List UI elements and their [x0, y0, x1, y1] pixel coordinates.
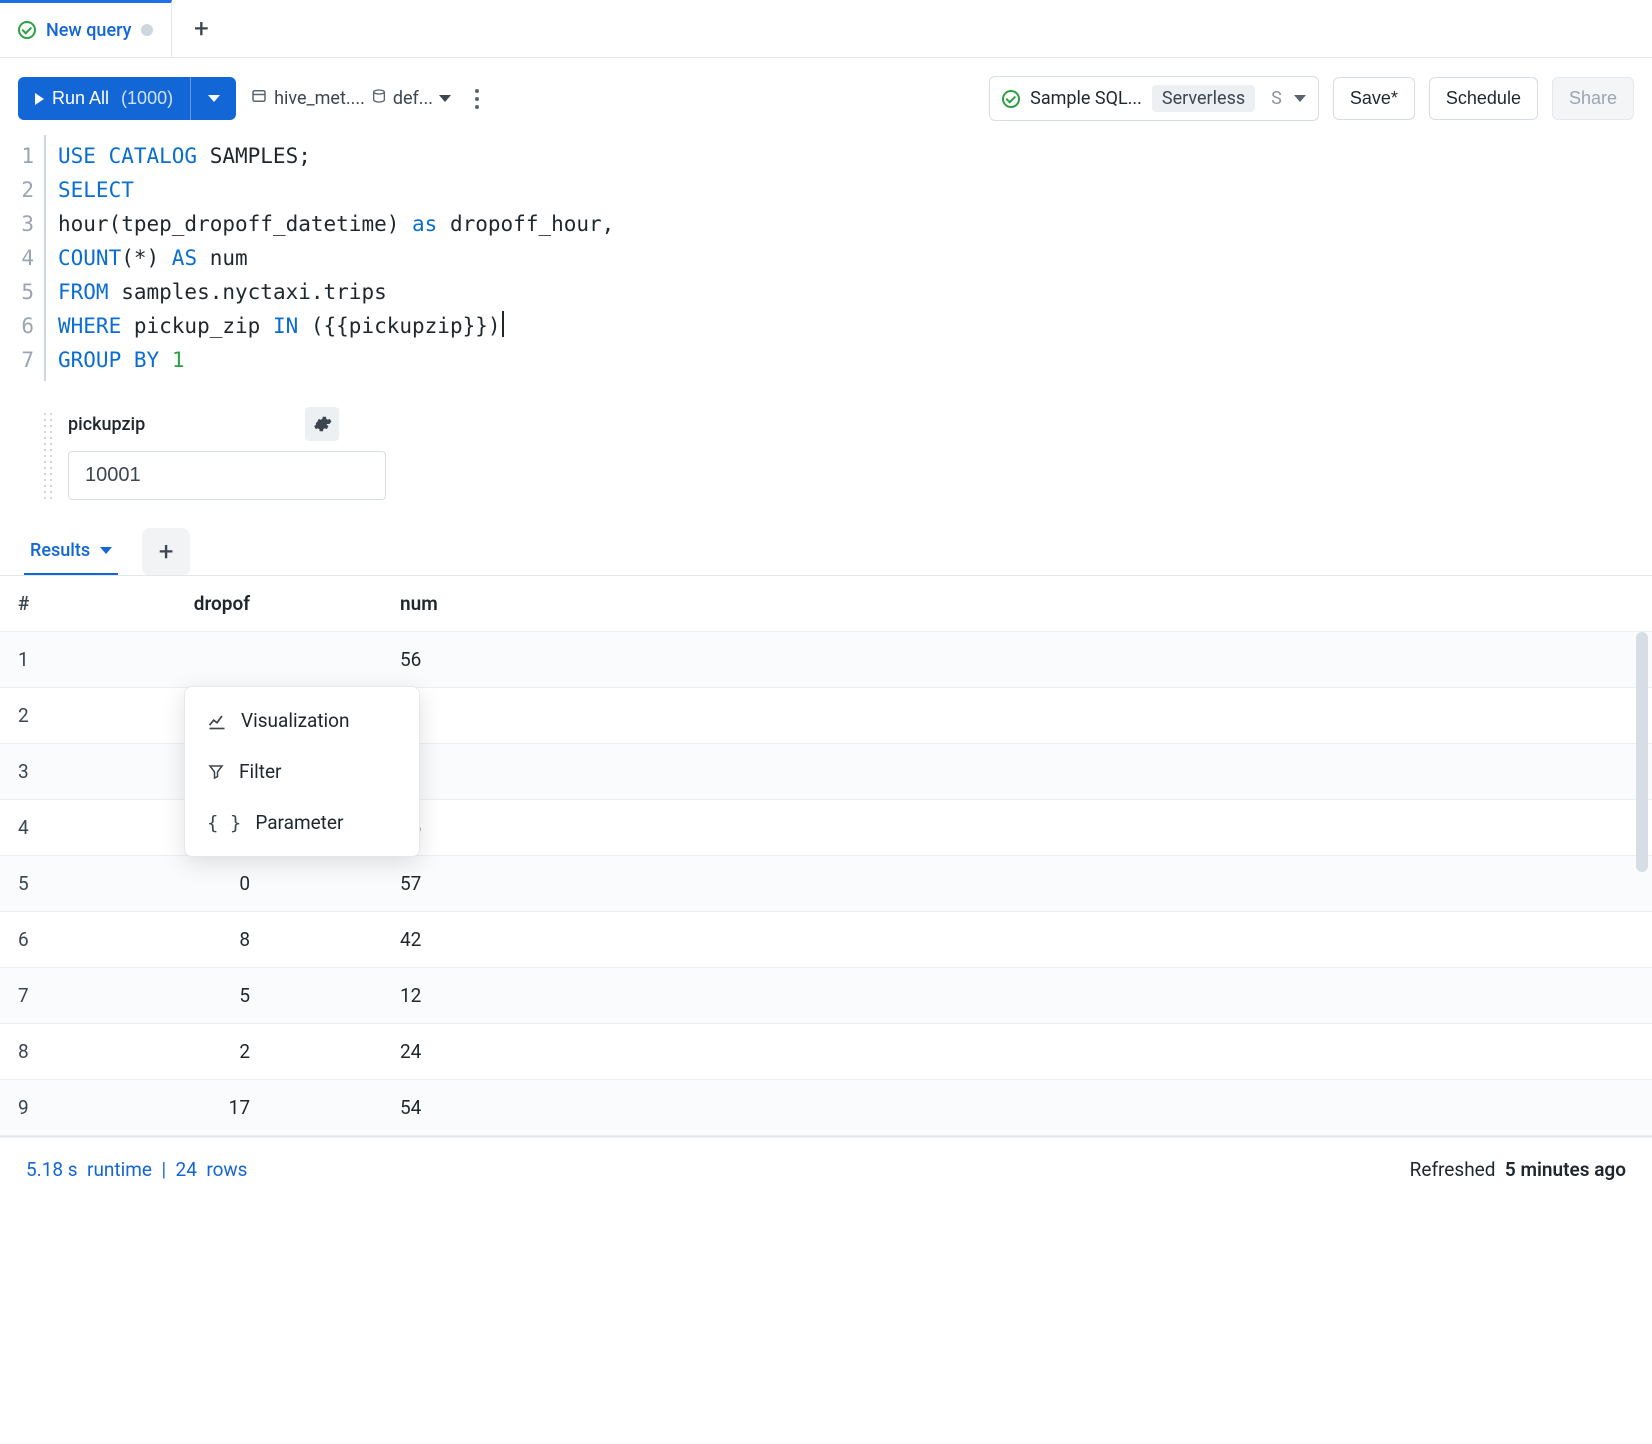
cell-dropoff: 2 — [60, 1024, 290, 1080]
table-header-row: # dropof num — [0, 576, 1652, 632]
cell-dropoff: 0 — [60, 856, 290, 912]
cell-dropoff: 5 — [60, 968, 290, 1024]
schedule-button[interactable]: Schedule — [1429, 77, 1538, 120]
run-button-group: Run All (1000) — [18, 77, 236, 120]
col-dropoff[interactable]: dropof — [60, 576, 290, 632]
chevron-down-icon — [100, 547, 112, 554]
share-button: Share — [1552, 77, 1634, 120]
results-tab[interactable]: Results — [24, 528, 118, 576]
runtime-value: 5.18 s — [26, 1158, 78, 1181]
run-all-button[interactable]: Run All (1000) — [18, 77, 190, 120]
table-row[interactable]: 8224 — [0, 1024, 1652, 1080]
cell-num: 56 — [290, 632, 1652, 688]
add-tab-button[interactable]: + — [172, 14, 230, 44]
chevron-down-icon — [439, 95, 451, 102]
rows-value: 24 — [176, 1158, 197, 1181]
cell-num: 42 — [290, 912, 1652, 968]
cell-index: 6 — [0, 912, 60, 968]
chart-icon — [207, 711, 227, 731]
menu-item-visualization[interactable]: Visualization — [185, 695, 419, 746]
separator: | — [161, 1158, 166, 1181]
braces-icon: { } — [207, 812, 241, 834]
compute-selector[interactable]: Sample SQL... Serverless S — [989, 76, 1319, 121]
menu-label: Filter — [239, 760, 281, 783]
catalog-name: hive_met.... — [274, 88, 365, 109]
menu-item-filter[interactable]: Filter — [185, 746, 419, 797]
tab-strip: New query + — [0, 0, 1652, 58]
refreshed-summary: Refreshed 5 minutes ago — [1410, 1158, 1626, 1181]
cell-index: 2 — [0, 688, 60, 744]
editor-tab[interactable]: New query — [0, 0, 172, 57]
drag-handle-icon[interactable] — [42, 411, 54, 500]
cell-num: 53 — [290, 744, 1652, 800]
run-label: Run All — [52, 88, 109, 109]
cell-index: 1 — [0, 632, 60, 688]
menu-label: Parameter — [255, 811, 343, 834]
cell-index: 8 — [0, 1024, 60, 1080]
more-options-button[interactable] — [465, 83, 489, 115]
cell-num: 57 — [290, 856, 1652, 912]
chevron-down-icon — [1294, 95, 1306, 102]
sql-editor[interactable]: 1234567 USE CATALOG SAMPLES;SELECT hour(… — [0, 135, 1652, 381]
cell-num: 54 — [290, 1080, 1652, 1136]
results-footer: 5.18 s runtime | 24 rows Refreshed 5 min… — [0, 1137, 1652, 1201]
refreshed-value: 5 minutes ago — [1505, 1158, 1626, 1181]
compute-badge: Serverless — [1152, 85, 1255, 112]
schema-icon — [371, 87, 387, 110]
col-index[interactable]: # — [0, 576, 60, 632]
catalog-selector[interactable]: hive_met.... def... — [250, 87, 451, 110]
save-button[interactable]: Save* — [1333, 77, 1415, 120]
cell-num: 12 — [290, 968, 1652, 1024]
run-dropdown-button[interactable] — [190, 77, 236, 120]
table-row[interactable]: 91754 — [0, 1080, 1652, 1136]
rows-label: rows — [206, 1158, 247, 1181]
table-row[interactable]: 6842 — [0, 912, 1652, 968]
cell-index: 7 — [0, 968, 60, 1024]
table-row[interactable]: 5057 — [0, 856, 1652, 912]
cell-dropoff — [60, 632, 290, 688]
cell-index: 9 — [0, 1080, 60, 1136]
database-icon — [250, 87, 268, 110]
cell-index: 4 — [0, 800, 60, 856]
run-count: (1000) — [121, 88, 173, 109]
gear-icon — [312, 414, 332, 434]
refreshed-label: Refreshed — [1410, 1158, 1496, 1181]
add-result-button[interactable]: + — [142, 528, 190, 576]
parameter-settings-button[interactable] — [305, 407, 339, 441]
table-row[interactable]: 7512 — [0, 968, 1652, 1024]
compute-sql-label: Sample SQL... — [1030, 88, 1142, 109]
cell-index: 3 — [0, 744, 60, 800]
parameter-value-input[interactable] — [68, 451, 386, 500]
parameter-name: pickupzip — [68, 414, 145, 435]
cell-num: 69 — [290, 688, 1652, 744]
results-tab-label: Results — [30, 540, 90, 561]
menu-label: Visualization — [241, 709, 350, 732]
col-num[interactable]: num — [290, 576, 1652, 632]
status-success-icon — [18, 21, 36, 39]
filter-icon — [207, 762, 225, 782]
toolbar: Run All (1000) hive_met.... def... Sampl… — [0, 58, 1652, 135]
cell-num: 26 — [290, 800, 1652, 856]
unsaved-indicator-icon — [141, 24, 153, 36]
add-result-menu: Visualization Filter { } Parameter — [184, 686, 420, 857]
schema-name: def... — [393, 88, 433, 109]
table-row[interactable]: 1 56 — [0, 632, 1652, 688]
runtime-summary: 5.18 s runtime | 24 rows — [26, 1158, 248, 1181]
cell-dropoff: 17 — [60, 1080, 290, 1136]
chevron-down-icon — [208, 95, 220, 102]
line-gutter: 1234567 — [6, 135, 44, 381]
runtime-label: runtime — [87, 1158, 152, 1181]
parameter-widget: pickupzip — [0, 381, 1652, 510]
code-area[interactable]: USE CATALOG SAMPLES;SELECT hour(tpep_dro… — [44, 135, 614, 381]
compute-size-label: S — [1271, 88, 1282, 109]
scrollbar-thumb[interactable] — [1636, 632, 1648, 872]
cell-num: 24 — [290, 1024, 1652, 1080]
menu-item-parameter[interactable]: { } Parameter — [185, 797, 419, 848]
status-success-icon — [1002, 90, 1020, 108]
cell-index: 5 — [0, 856, 60, 912]
play-icon — [35, 93, 44, 105]
results-tab-bar: Results + — [0, 528, 1652, 576]
tab-label: New query — [46, 20, 131, 41]
cell-dropoff: 8 — [60, 912, 290, 968]
